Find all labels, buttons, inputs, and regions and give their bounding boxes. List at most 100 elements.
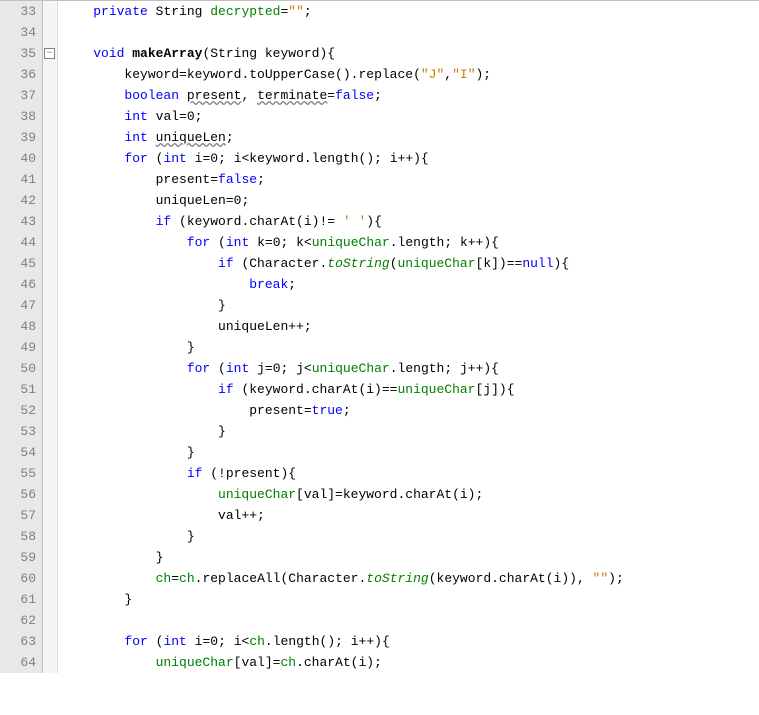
code-token: int bbox=[226, 235, 257, 250]
line-number: 53 bbox=[8, 421, 36, 442]
code-token: ; j< bbox=[281, 361, 312, 376]
line-number: 54 bbox=[8, 442, 36, 463]
fold-collapse-icon[interactable]: − bbox=[44, 48, 55, 59]
code-line[interactable]: } bbox=[62, 526, 759, 547]
line-number: 48 bbox=[8, 316, 36, 337]
code-token: } bbox=[124, 592, 132, 607]
code-line[interactable]: } bbox=[62, 589, 759, 610]
code-line[interactable]: if (keyword.charAt(i)!= ' '){ bbox=[62, 211, 759, 232]
code-token: val= bbox=[156, 109, 187, 124]
code-token: (String keyword){ bbox=[202, 46, 335, 61]
code-line[interactable]: val++; bbox=[62, 505, 759, 526]
code-line[interactable]: } bbox=[62, 442, 759, 463]
code-line[interactable]: uniqueLen=0; bbox=[62, 190, 759, 211]
code-token: ; i<keyword.length(); i++){ bbox=[218, 151, 429, 166]
code-token: [j]){ bbox=[475, 382, 514, 397]
code-token: ; i< bbox=[218, 634, 249, 649]
code-token: uniqueChar bbox=[397, 382, 475, 397]
code-line[interactable]: uniqueLen++; bbox=[62, 316, 759, 337]
code-token: makeArray bbox=[132, 46, 202, 61]
code-area[interactable]: private String decrypted=""; void makeAr… bbox=[58, 1, 759, 673]
code-editor[interactable]: 3334353637383940414243444546474849505152… bbox=[0, 0, 759, 673]
code-line[interactable]: int uniqueLen; bbox=[62, 127, 759, 148]
code-line[interactable]: } bbox=[62, 337, 759, 358]
code-token: (keyword.charAt(i)== bbox=[241, 382, 397, 397]
line-number: 38 bbox=[8, 106, 36, 127]
code-token: "" bbox=[593, 571, 609, 586]
code-line[interactable] bbox=[62, 22, 759, 43]
code-line[interactable]: for (int k=0; k<uniqueChar.length; k++){ bbox=[62, 232, 759, 253]
code-token: ch bbox=[179, 571, 195, 586]
line-number: 42 bbox=[8, 190, 36, 211]
code-token: ch bbox=[280, 655, 296, 670]
code-token: for bbox=[187, 235, 218, 250]
code-token: , bbox=[241, 88, 257, 103]
code-line[interactable]: for (int i=0; i<ch.length(); i++){ bbox=[62, 631, 759, 652]
line-number: 64 bbox=[8, 652, 36, 673]
line-number: 39 bbox=[8, 127, 36, 148]
code-token: String bbox=[156, 4, 211, 19]
code-token: if bbox=[187, 466, 210, 481]
code-token: 0 bbox=[187, 109, 195, 124]
code-line[interactable]: keyword=keyword.toUpperCase().replace("J… bbox=[62, 64, 759, 85]
code-token: (keyword.charAt(i)!= bbox=[179, 214, 343, 229]
line-number: 51 bbox=[8, 379, 36, 400]
code-token: ; k< bbox=[281, 235, 312, 250]
code-line[interactable]: } bbox=[62, 421, 759, 442]
code-token: true bbox=[312, 403, 343, 418]
code-line[interactable]: if (Character.toString(uniqueChar[k])==n… bbox=[62, 253, 759, 274]
code-token: , bbox=[444, 67, 452, 82]
code-line[interactable]: uniqueChar[val]=ch.charAt(i); bbox=[62, 652, 759, 673]
code-line[interactable]: private String decrypted=""; bbox=[62, 1, 759, 22]
code-token: ( bbox=[218, 235, 226, 250]
code-token: } bbox=[187, 529, 195, 544]
line-number: 35 bbox=[8, 43, 36, 64]
code-token: toString bbox=[366, 571, 428, 586]
code-token: int bbox=[163, 151, 194, 166]
code-line[interactable]: break; bbox=[62, 274, 759, 295]
code-line[interactable] bbox=[62, 610, 759, 631]
line-number: 41 bbox=[8, 169, 36, 190]
line-number: 45 bbox=[8, 253, 36, 274]
code-line[interactable]: void makeArray(String keyword){ bbox=[62, 43, 759, 64]
code-line[interactable]: for (int j=0; j<uniqueChar.length; j++){ bbox=[62, 358, 759, 379]
code-line[interactable]: if (!present){ bbox=[62, 463, 759, 484]
line-number: 50 bbox=[8, 358, 36, 379]
line-number: 33 bbox=[8, 1, 36, 22]
code-line[interactable]: present=false; bbox=[62, 169, 759, 190]
line-number: 58 bbox=[8, 526, 36, 547]
fold-gutter[interactable]: − bbox=[43, 1, 58, 673]
code-token: keyword=keyword.toUpperCase().replace( bbox=[124, 67, 420, 82]
code-token: 0 bbox=[210, 151, 218, 166]
code-token: uniqueChar bbox=[398, 256, 476, 271]
code-line[interactable]: for (int i=0; i<keyword.length(); i++){ bbox=[62, 148, 759, 169]
code-line[interactable]: ch=ch.replaceAll(Character.toString(keyw… bbox=[62, 568, 759, 589]
code-token: if bbox=[218, 256, 241, 271]
line-number: 34 bbox=[8, 22, 36, 43]
code-token: } bbox=[156, 550, 164, 565]
code-token: i= bbox=[195, 634, 211, 649]
code-token: break bbox=[249, 277, 288, 292]
code-line[interactable]: } bbox=[62, 295, 759, 316]
code-token: [val]= bbox=[234, 655, 281, 670]
code-line[interactable]: boolean present, terminate=false; bbox=[62, 85, 759, 106]
code-token: val++; bbox=[218, 508, 265, 523]
code-token: uniqueChar bbox=[156, 655, 234, 670]
code-token: 0 bbox=[210, 634, 218, 649]
code-token: present= bbox=[249, 403, 311, 418]
code-token: 0 bbox=[273, 235, 281, 250]
code-token: ( bbox=[390, 256, 398, 271]
code-token: ' ' bbox=[343, 214, 366, 229]
code-token: .length; k++){ bbox=[390, 235, 499, 250]
code-line[interactable]: int val=0; bbox=[62, 106, 759, 127]
code-token: [k])== bbox=[476, 256, 523, 271]
code-token: i= bbox=[195, 151, 211, 166]
code-token: uniqueChar bbox=[312, 361, 390, 376]
code-line[interactable]: present=true; bbox=[62, 400, 759, 421]
code-line[interactable]: if (keyword.charAt(i)==uniqueChar[j]){ bbox=[62, 379, 759, 400]
code-line[interactable]: uniqueChar[val]=keyword.charAt(i); bbox=[62, 484, 759, 505]
code-token: } bbox=[218, 424, 226, 439]
code-line[interactable]: } bbox=[62, 547, 759, 568]
code-token: ; bbox=[288, 277, 296, 292]
code-token: ch bbox=[249, 634, 265, 649]
